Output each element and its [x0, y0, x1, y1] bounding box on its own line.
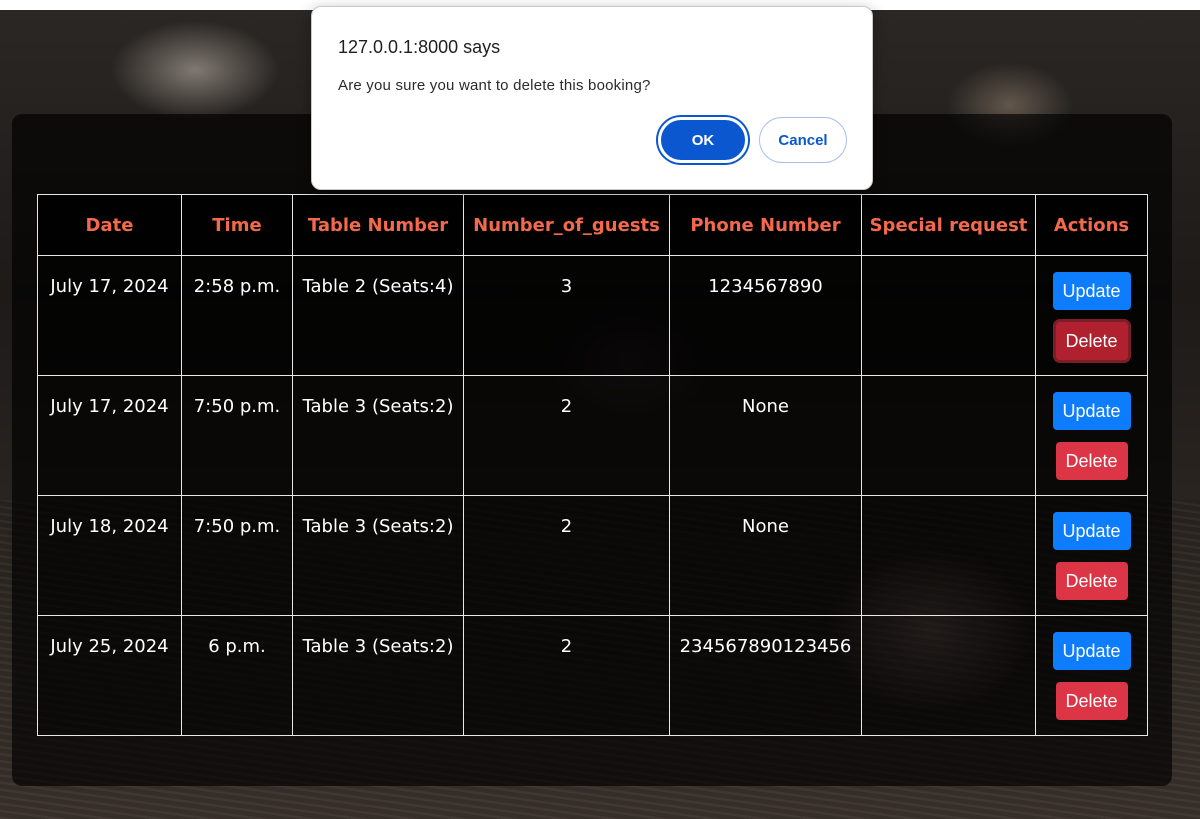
header-date: Date: [37, 194, 182, 256]
cell-guests: 2: [463, 615, 670, 736]
cell-guests: 2: [463, 375, 670, 496]
cancel-button[interactable]: Cancel: [759, 117, 847, 163]
cell-special-request: [861, 255, 1036, 376]
table-row: July 17, 2024 2:58 p.m. Table 2 (Seats:4…: [37, 255, 1148, 376]
cell-guests: 2: [463, 495, 670, 616]
cell-phone: None: [669, 495, 862, 616]
update-button[interactable]: Update: [1052, 632, 1131, 670]
cell-special-request: [861, 615, 1036, 736]
delete-button[interactable]: Delete: [1055, 442, 1128, 480]
cell-table-number: Table 3 (Seats:2): [292, 375, 464, 496]
table-row: July 18, 2024 7:50 p.m. Table 3 (Seats:2…: [37, 495, 1148, 616]
cell-actions: Update Delete: [1035, 495, 1148, 616]
header-special-request: Special request: [861, 194, 1036, 256]
bookings-table: Date Time Table Number Number_of_guests …: [37, 194, 1148, 736]
update-button[interactable]: Update: [1052, 272, 1131, 310]
cell-date: July 25, 2024: [37, 615, 182, 736]
table-header-row: Date Time Table Number Number_of_guests …: [37, 194, 1148, 256]
cell-guests: 3: [463, 255, 670, 376]
delete-button[interactable]: Delete: [1055, 682, 1128, 720]
cell-time: 7:50 p.m.: [181, 495, 293, 616]
dialog-title: 127.0.0.1:8000 says: [338, 37, 501, 57]
confirm-dialog: 127.0.0.1:8000 says Are you sure you wan…: [311, 6, 873, 190]
cell-time: 7:50 p.m.: [181, 375, 293, 496]
ok-button[interactable]: OK: [658, 117, 748, 163]
delete-button[interactable]: Delete: [1055, 562, 1128, 600]
cell-actions: Update Delete: [1035, 615, 1148, 736]
dialog-message: Are you sure you want to delete this boo…: [338, 77, 651, 94]
table-row: July 17, 2024 7:50 p.m. Table 3 (Seats:2…: [37, 375, 1148, 496]
table-row: July 25, 2024 6 p.m. Table 3 (Seats:2) 2…: [37, 615, 1148, 736]
header-actions: Actions: [1035, 194, 1148, 256]
cell-table-number: Table 3 (Seats:2): [292, 495, 464, 616]
header-table-number: Table Number: [292, 194, 464, 256]
header-phone-number: Phone Number: [669, 194, 862, 256]
cell-special-request: [861, 495, 1036, 616]
cell-date: July 17, 2024: [37, 255, 182, 376]
cell-table-number: Table 2 (Seats:4): [292, 255, 464, 376]
cell-date: July 18, 2024: [37, 495, 182, 616]
cell-phone: None: [669, 375, 862, 496]
cell-time: 6 p.m.: [181, 615, 293, 736]
cell-actions: Update Delete: [1035, 255, 1148, 376]
cell-phone: 234567890123456: [669, 615, 862, 736]
cell-phone: 1234567890: [669, 255, 862, 376]
page: Date Time Table Number Number_of_guests …: [0, 0, 1200, 819]
cell-special-request: [861, 375, 1036, 496]
cell-actions: Update Delete: [1035, 375, 1148, 496]
header-number-of-guests: Number_of_guests: [463, 194, 670, 256]
cell-date: July 17, 2024: [37, 375, 182, 496]
update-button[interactable]: Update: [1052, 392, 1131, 430]
header-time: Time: [181, 194, 293, 256]
cell-time: 2:58 p.m.: [181, 255, 293, 376]
delete-button[interactable]: Delete: [1055, 322, 1128, 360]
cell-table-number: Table 3 (Seats:2): [292, 615, 464, 736]
update-button[interactable]: Update: [1052, 512, 1131, 550]
